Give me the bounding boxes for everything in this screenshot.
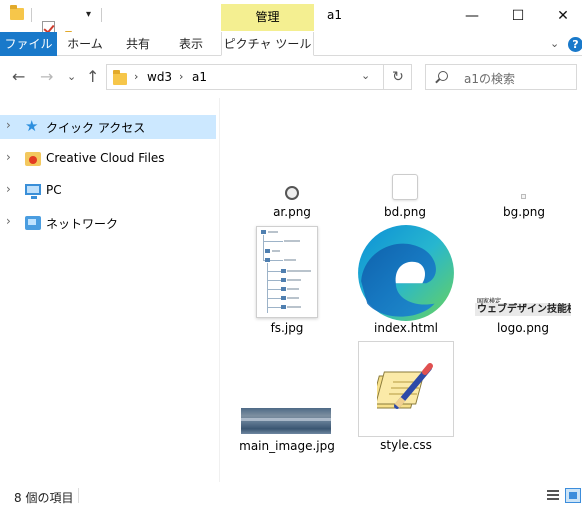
file-item-bg[interactable]: bg.png [474,172,574,222]
navigation-pane: › ★ クイック アクセス › Creative Cloud Files › P… [0,98,220,482]
up-button[interactable]: ↑ [86,67,99,86]
status-bar: 8 個の項目 [0,482,582,508]
address-bar[interactable]: › wd3 › a1 ⌄ ↻ [106,64,412,90]
tab-view[interactable]: 表示 [168,32,214,56]
file-name: ar.png [273,205,311,219]
search-input[interactable]: a1の検索 [464,70,515,87]
chevron-right-icon[interactable]: › [6,150,11,164]
address-dropdown-icon[interactable]: ⌄ [361,69,370,82]
divider [78,488,79,503]
file-name: logo.png [496,321,550,335]
refresh-button[interactable]: ↻ [383,64,412,90]
search-box[interactable]: a1の検索 [425,64,577,90]
file-item-fs[interactable]: fs.jpg [237,224,337,339]
recent-locations-button[interactable]: ⌄ [67,70,76,83]
title-bar: ▾ 管理 a1 — ☐ ✕ [0,0,582,46]
chevron-right-icon[interactable]: › [6,182,11,196]
file-item-main-image[interactable]: main_image.jpg [237,406,337,456]
divider [101,8,102,22]
ribbon-expand-icon[interactable]: ⌄ [550,37,559,50]
ribbon-tabs: ファイル ホーム 共有 表示 ピクチャ ツール ⌄ ? [0,32,582,56]
sidebar-item-quick-access[interactable]: › ★ クイック アクセス [0,115,216,139]
ar-thumbnail [285,186,299,200]
notepad-pencil-icon [377,363,433,409]
main-image-thumbnail [241,408,331,434]
network-icon [25,216,41,230]
item-count: 8 個の項目 [14,491,74,505]
file-item-style[interactable]: style.css [356,341,456,456]
css-file-thumbnail [358,341,454,437]
back-button[interactable]: ← [12,67,25,86]
divider [31,8,32,22]
window-title: a1 [327,8,342,22]
maximize-button[interactable]: ☐ [495,0,541,32]
large-icons-view-icon[interactable] [565,488,581,503]
star-icon: ★ [25,117,39,135]
fs-thumbnail [256,226,318,318]
file-name: main_image.jpg [239,439,335,453]
sidebar-item-label: ネットワーク [46,217,119,231]
bd-thumbnail [392,174,418,200]
logo-thumbnail: 国家検定 ウェブデザイン技能検定 [475,295,571,317]
breadcrumb-wd3[interactable]: wd3 [147,70,172,84]
forward-button[interactable]: → [40,67,53,86]
sidebar-item-label: クイック アクセス [46,121,146,135]
file-name: bd.png [384,205,426,219]
minimize-button[interactable]: — [449,0,495,32]
sidebar-item-label: PC [46,183,62,197]
breadcrumb-separator[interactable]: › [179,70,183,83]
file-item-logo[interactable]: 国家検定 ウェブデザイン技能検定 logo.png [473,294,573,339]
navigation-bar: ← → ⌄ ↑ › wd3 › a1 ⌄ ↻ a1の検索 [0,56,582,98]
breadcrumb-a1[interactable]: a1 [192,70,207,84]
file-name: fs.jpg [270,321,304,335]
file-item-ar[interactable]: ar.png [242,172,342,222]
pc-icon [25,184,41,199]
chevron-right-icon[interactable]: › [6,214,11,228]
sidebar-item-network[interactable]: › ネットワーク [0,211,216,235]
help-icon[interactable]: ? [568,37,582,52]
folder-icon [113,70,127,85]
file-name: bg.png [503,205,545,219]
breadcrumb-separator[interactable]: › [134,70,138,83]
creative-cloud-folder-icon [25,152,41,166]
file-name: style.css [380,438,432,452]
tab-home[interactable]: ホーム [60,32,110,56]
bg-thumbnail [521,194,526,199]
context-tab-manage[interactable]: 管理 [221,4,314,31]
file-list: ar.png bd.png bg.png fs.jpg index.html 国… [221,98,582,482]
tab-file[interactable]: ファイル [0,32,57,56]
sidebar-item-label: Creative Cloud Files [46,151,165,165]
search-icon [438,71,448,81]
sidebar-item-pc[interactable]: › PC [0,179,216,203]
tab-share[interactable]: 共有 [115,32,161,56]
file-item-index[interactable]: index.html [355,222,457,339]
details-view-icon[interactable] [545,488,561,503]
customize-toolbar-icon[interactable]: ▾ [86,9,91,20]
edge-browser-icon [358,225,454,321]
file-item-bd[interactable]: bd.png [355,172,455,222]
close-button[interactable]: ✕ [540,0,582,32]
tab-picture-tools[interactable]: ピクチャ ツール [221,32,314,56]
folder-icon[interactable] [10,5,24,20]
chevron-right-icon[interactable]: › [6,118,11,132]
sidebar-item-creative-cloud[interactable]: › Creative Cloud Files [0,147,216,171]
file-name: index.html [374,321,438,335]
